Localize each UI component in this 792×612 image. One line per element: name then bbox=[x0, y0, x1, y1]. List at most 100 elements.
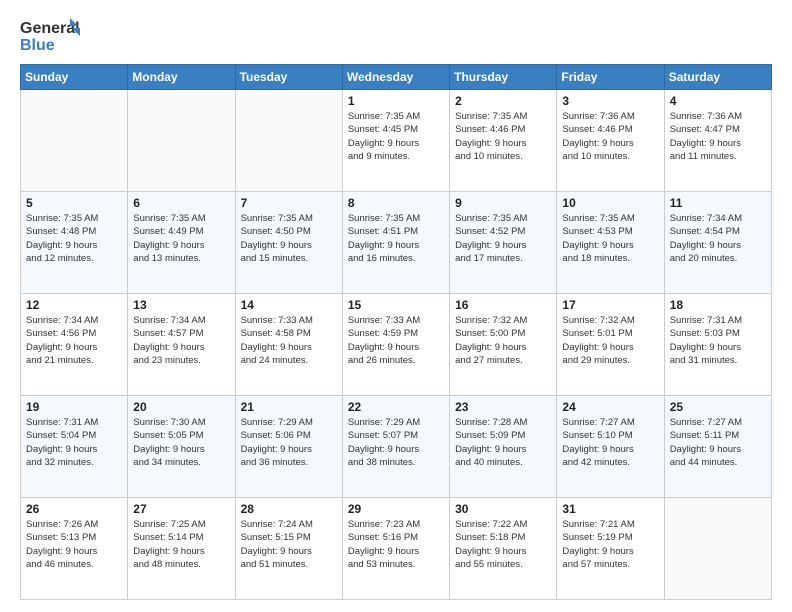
day-info: Sunrise: 7:35 AM Sunset: 4:46 PM Dayligh… bbox=[455, 110, 551, 163]
calendar-cell: 20 Sunrise: 7:30 AM Sunset: 5:05 PM Dayli… bbox=[128, 396, 235, 498]
day-info: Sunrise: 7:23 AM Sunset: 5:16 PM Dayligh… bbox=[348, 518, 444, 571]
weekday-header-sunday: Sunday bbox=[21, 65, 128, 90]
calendar-table: SundayMondayTuesdayWednesdayThursdayFrid… bbox=[20, 64, 772, 600]
day-number: 21 bbox=[241, 400, 337, 414]
day-info: Sunrise: 7:22 AM Sunset: 5:18 PM Dayligh… bbox=[455, 518, 551, 571]
weekday-header-monday: Monday bbox=[128, 65, 235, 90]
calendar-cell: 2 Sunrise: 7:35 AM Sunset: 4:46 PM Daylig… bbox=[450, 90, 557, 192]
calendar-cell bbox=[235, 90, 342, 192]
day-info: Sunrise: 7:24 AM Sunset: 5:15 PM Dayligh… bbox=[241, 518, 337, 571]
calendar-cell: 21 Sunrise: 7:29 AM Sunset: 5:06 PM Dayli… bbox=[235, 396, 342, 498]
calendar-cell: 25 Sunrise: 7:27 AM Sunset: 5:11 PM Dayli… bbox=[664, 396, 771, 498]
day-number: 20 bbox=[133, 400, 229, 414]
calendar-cell: 19Sunrise: 7:31 AM Sunset: 5:04 PM Dayli… bbox=[21, 396, 128, 498]
day-info: Sunrise: 7:25 AM Sunset: 5:14 PM Dayligh… bbox=[133, 518, 229, 571]
day-number: 23 bbox=[455, 400, 551, 414]
week-row-5: 26Sunrise: 7:26 AM Sunset: 5:13 PM Dayli… bbox=[21, 498, 772, 600]
calendar-cell: 13Sunrise: 7:34 AM Sunset: 4:57 PM Dayli… bbox=[128, 294, 235, 396]
day-info: Sunrise: 7:35 AM Sunset: 4:51 PM Dayligh… bbox=[348, 212, 444, 265]
calendar-cell: 8Sunrise: 7:35 AM Sunset: 4:51 PM Daylig… bbox=[342, 192, 449, 294]
day-number: 5 bbox=[26, 196, 122, 210]
day-number: 6 bbox=[133, 196, 229, 210]
day-info: Sunrise: 7:27 AM Sunset: 5:10 PM Dayligh… bbox=[562, 416, 658, 469]
week-row-3: 12Sunrise: 7:34 AM Sunset: 4:56 PM Dayli… bbox=[21, 294, 772, 396]
week-row-4: 19Sunrise: 7:31 AM Sunset: 5:04 PM Dayli… bbox=[21, 396, 772, 498]
day-number: 10 bbox=[562, 196, 658, 210]
calendar-cell: 26Sunrise: 7:26 AM Sunset: 5:13 PM Dayli… bbox=[21, 498, 128, 600]
day-number: 30 bbox=[455, 502, 551, 516]
calendar-cell: 15 Sunrise: 7:33 AM Sunset: 4:59 PM Dayli… bbox=[342, 294, 449, 396]
logo-svg: GeneralBlue bbox=[20, 16, 80, 54]
weekday-header-friday: Friday bbox=[557, 65, 664, 90]
calendar-cell: 11Sunrise: 7:34 AM Sunset: 4:54 PM Dayli… bbox=[664, 192, 771, 294]
day-info: Sunrise: 7:29 AM Sunset: 5:07 PM Dayligh… bbox=[348, 416, 444, 469]
weekday-header-thursday: Thursday bbox=[450, 65, 557, 90]
day-info: Sunrise: 7:32 AM Sunset: 5:00 PM Dayligh… bbox=[455, 314, 551, 367]
day-number: 13 bbox=[133, 298, 229, 312]
weekday-header-saturday: Saturday bbox=[664, 65, 771, 90]
calendar-cell: 1Sunrise: 7:35 AM Sunset: 4:45 PM Daylig… bbox=[342, 90, 449, 192]
calendar-cell: 12Sunrise: 7:34 AM Sunset: 4:56 PM Dayli… bbox=[21, 294, 128, 396]
calendar-cell: 9Sunrise: 7:35 AM Sunset: 4:52 PM Daylig… bbox=[450, 192, 557, 294]
calendar-cell bbox=[664, 498, 771, 600]
day-number: 19 bbox=[26, 400, 122, 414]
day-number: 29 bbox=[348, 502, 444, 516]
day-info: Sunrise: 7:34 AM Sunset: 4:54 PM Dayligh… bbox=[670, 212, 766, 265]
day-number: 22 bbox=[348, 400, 444, 414]
day-number: 25 bbox=[670, 400, 766, 414]
day-info: Sunrise: 7:21 AM Sunset: 5:19 PM Dayligh… bbox=[562, 518, 658, 571]
calendar-cell: 6 Sunrise: 7:35 AM Sunset: 4:49 PM Daylig… bbox=[128, 192, 235, 294]
day-info: Sunrise: 7:36 AM Sunset: 4:46 PM Dayligh… bbox=[562, 110, 658, 163]
day-info: Sunrise: 7:32 AM Sunset: 5:01 PM Dayligh… bbox=[562, 314, 658, 367]
day-info: Sunrise: 7:35 AM Sunset: 4:48 PM Dayligh… bbox=[26, 212, 122, 265]
day-info: Sunrise: 7:34 AM Sunset: 4:56 PM Dayligh… bbox=[26, 314, 122, 367]
day-info: Sunrise: 7:29 AM Sunset: 5:06 PM Dayligh… bbox=[241, 416, 337, 469]
weekday-header-row: SundayMondayTuesdayWednesdayThursdayFrid… bbox=[21, 65, 772, 90]
calendar-cell: 27 Sunrise: 7:25 AM Sunset: 5:14 PM Dayli… bbox=[128, 498, 235, 600]
day-info: Sunrise: 7:35 AM Sunset: 4:53 PM Dayligh… bbox=[562, 212, 658, 265]
calendar-cell: 16Sunrise: 7:32 AM Sunset: 5:00 PM Dayli… bbox=[450, 294, 557, 396]
day-info: Sunrise: 7:27 AM Sunset: 5:11 PM Dayligh… bbox=[670, 416, 766, 469]
calendar-cell bbox=[128, 90, 235, 192]
page-header: GeneralBlue bbox=[20, 16, 772, 54]
logo: GeneralBlue bbox=[20, 16, 80, 54]
day-info: Sunrise: 7:30 AM Sunset: 5:05 PM Dayligh… bbox=[133, 416, 229, 469]
day-number: 27 bbox=[133, 502, 229, 516]
calendar-cell: 3 Sunrise: 7:36 AM Sunset: 4:46 PM Daylig… bbox=[557, 90, 664, 192]
calendar-cell: 24Sunrise: 7:27 AM Sunset: 5:10 PM Dayli… bbox=[557, 396, 664, 498]
day-number: 28 bbox=[241, 502, 337, 516]
svg-text:Blue: Blue bbox=[20, 37, 55, 54]
weekday-header-tuesday: Tuesday bbox=[235, 65, 342, 90]
calendar-cell: 23 Sunrise: 7:28 AM Sunset: 5:09 PM Dayli… bbox=[450, 396, 557, 498]
calendar-cell: 5 Sunrise: 7:35 AM Sunset: 4:48 PM Daylig… bbox=[21, 192, 128, 294]
day-info: Sunrise: 7:35 AM Sunset: 4:49 PM Dayligh… bbox=[133, 212, 229, 265]
calendar-cell: 10 Sunrise: 7:35 AM Sunset: 4:53 PM Dayli… bbox=[557, 192, 664, 294]
calendar-cell: 4Sunrise: 7:36 AM Sunset: 4:47 PM Daylig… bbox=[664, 90, 771, 192]
day-info: Sunrise: 7:33 AM Sunset: 4:59 PM Dayligh… bbox=[348, 314, 444, 367]
day-number: 4 bbox=[670, 94, 766, 108]
day-info: Sunrise: 7:35 AM Sunset: 4:50 PM Dayligh… bbox=[241, 212, 337, 265]
day-number: 31 bbox=[562, 502, 658, 516]
day-number: 7 bbox=[241, 196, 337, 210]
day-number: 2 bbox=[455, 94, 551, 108]
day-number: 14 bbox=[241, 298, 337, 312]
calendar-cell: 22 Sunrise: 7:29 AM Sunset: 5:07 PM Dayli… bbox=[342, 396, 449, 498]
calendar-cell: 7 Sunrise: 7:35 AM Sunset: 4:50 PM Daylig… bbox=[235, 192, 342, 294]
day-number: 3 bbox=[562, 94, 658, 108]
calendar-cell: 18Sunrise: 7:31 AM Sunset: 5:03 PM Dayli… bbox=[664, 294, 771, 396]
calendar-cell: 30 Sunrise: 7:22 AM Sunset: 5:18 PM Dayli… bbox=[450, 498, 557, 600]
week-row-2: 5 Sunrise: 7:35 AM Sunset: 4:48 PM Daylig… bbox=[21, 192, 772, 294]
day-number: 17 bbox=[562, 298, 658, 312]
day-info: Sunrise: 7:35 AM Sunset: 4:45 PM Dayligh… bbox=[348, 110, 444, 163]
calendar-cell bbox=[21, 90, 128, 192]
day-info: Sunrise: 7:35 AM Sunset: 4:52 PM Dayligh… bbox=[455, 212, 551, 265]
calendar-cell: 29 Sunrise: 7:23 AM Sunset: 5:16 PM Dayli… bbox=[342, 498, 449, 600]
calendar-cell: 17 Sunrise: 7:32 AM Sunset: 5:01 PM Dayli… bbox=[557, 294, 664, 396]
weekday-header-wednesday: Wednesday bbox=[342, 65, 449, 90]
day-number: 15 bbox=[348, 298, 444, 312]
day-number: 18 bbox=[670, 298, 766, 312]
day-info: Sunrise: 7:33 AM Sunset: 4:58 PM Dayligh… bbox=[241, 314, 337, 367]
day-info: Sunrise: 7:28 AM Sunset: 5:09 PM Dayligh… bbox=[455, 416, 551, 469]
week-row-1: 1Sunrise: 7:35 AM Sunset: 4:45 PM Daylig… bbox=[21, 90, 772, 192]
calendar-cell: 31 Sunrise: 7:21 AM Sunset: 5:19 PM Dayli… bbox=[557, 498, 664, 600]
